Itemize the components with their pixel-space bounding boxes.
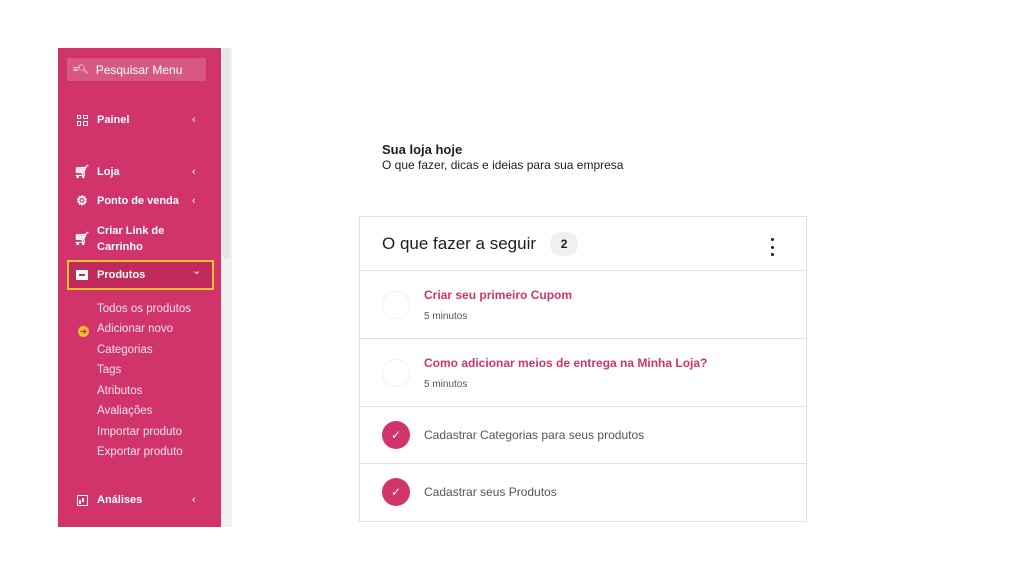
box-icon xyxy=(74,270,90,280)
sidebar-item-label-line2: Carrinho xyxy=(97,241,143,253)
sidebar-item-label: Criar Link de Carrinho xyxy=(97,223,164,255)
sidebar: ≡🔍︎ Pesquisar Menu Painel ‹ 🛒︎ Loja ‹ ⚙ … xyxy=(58,48,221,527)
sidebar-item-painel[interactable]: Painel ‹ xyxy=(58,112,221,128)
page-header: Sua loja hoje O que fazer, dicas e ideia… xyxy=(382,142,623,172)
task-title: Cadastrar seus Produtos xyxy=(424,485,557,499)
task-item[interactable]: Como adicionar meios de entrega na Minha… xyxy=(360,339,806,407)
cart-icon: 🛒︎ xyxy=(73,164,91,179)
sidebar-item-label: Ponto de venda xyxy=(97,195,179,207)
dashboard-icon xyxy=(74,114,90,126)
task-incomplete-circle[interactable] xyxy=(382,359,410,387)
submenu-item-avaliacoes[interactable]: Avaliações xyxy=(97,405,152,417)
sidebar-item-loja[interactable]: 🛒︎ Loja ‹ xyxy=(58,164,221,180)
sidebar-scrollbar[interactable] xyxy=(221,48,232,527)
sidebar-item-criar-link-carrinho[interactable]: 🛒︎ Criar Link de Carrinho xyxy=(58,223,221,257)
card-title: O que fazer a seguir xyxy=(382,233,537,253)
check-icon: ✓ xyxy=(382,478,410,506)
chevron-left-icon: ‹ xyxy=(192,494,196,506)
arrow-right-icon: ➔ xyxy=(78,326,89,337)
count-badge: 2 xyxy=(550,231,579,256)
task-item[interactable]: Criar seu primeiro Cupom 5 minutos xyxy=(360,271,806,339)
submenu-item-adicionar-novo[interactable]: Adicionar novo xyxy=(97,323,173,335)
submenu-item-importar-produto[interactable]: Importar produto xyxy=(97,426,182,438)
cart-icon: 🛒︎ xyxy=(73,231,91,246)
task-incomplete-circle[interactable] xyxy=(382,291,410,319)
gear-icon: ⚙ xyxy=(76,193,88,208)
card-header: O que fazer a seguir 2 xyxy=(360,217,806,271)
chevron-down-icon: ⌄ xyxy=(192,265,202,277)
scrollbar-thumb[interactable] xyxy=(223,48,230,258)
task-duration: 5 minutos xyxy=(424,311,468,322)
search-menu-input[interactable]: ≡🔍︎ Pesquisar Menu xyxy=(67,58,206,81)
sidebar-item-label: Loja xyxy=(97,166,120,178)
chevron-left-icon: ‹ xyxy=(192,114,196,126)
task-title[interactable]: Criar seu primeiro Cupom xyxy=(424,288,572,302)
search-menu-icon: ≡🔍︎ xyxy=(73,64,89,74)
task-title[interactable]: Como adicionar meios de entrega na Minha… xyxy=(424,356,707,370)
chart-icon xyxy=(74,494,90,506)
check-icon: ✓ xyxy=(382,421,410,449)
search-menu-label: Pesquisar Menu xyxy=(95,62,183,77)
chevron-left-icon: ‹ xyxy=(192,166,196,178)
sidebar-item-label: Produtos xyxy=(97,269,146,281)
todo-card: O que fazer a seguir 2 Criar seu primeir… xyxy=(359,216,807,522)
sidebar-item-label: Análises xyxy=(97,494,143,506)
sidebar-item-produtos[interactable]: Produtos ⌄ xyxy=(67,260,214,290)
page-subtitle: O que fazer, dicas e ideias para sua emp… xyxy=(382,158,624,172)
submenu-item-exportar-produto[interactable]: Exportar produto xyxy=(97,446,183,458)
sidebar-item-analises[interactable]: Análises ‹ xyxy=(58,492,221,508)
submenu-item-atributos[interactable]: Atributos xyxy=(97,385,142,397)
submenu-item-tags[interactable]: Tags xyxy=(97,364,121,376)
sidebar-item-label: Painel xyxy=(97,114,130,126)
sidebar-item-label-line1: Criar Link de xyxy=(97,225,165,237)
task-item[interactable]: ✓ Cadastrar seus Produtos xyxy=(360,464,806,521)
chevron-left-icon: ‹ xyxy=(192,195,196,207)
sidebar-item-ponto-de-venda[interactable]: ⚙ Ponto de venda ‹ xyxy=(58,193,221,209)
submenu-item-todos-produtos[interactable]: Todos os produtos xyxy=(97,303,191,315)
submenu-item-categorias[interactable]: Categorias xyxy=(97,344,153,356)
task-duration: 5 minutos xyxy=(424,379,468,390)
task-item[interactable]: ✓ Cadastrar Categorias para seus produto… xyxy=(360,407,806,464)
more-options-icon[interactable] xyxy=(765,238,779,256)
page-title: Sua loja hoje xyxy=(382,142,463,157)
task-title: Cadastrar Categorias para seus produtos xyxy=(424,428,645,442)
